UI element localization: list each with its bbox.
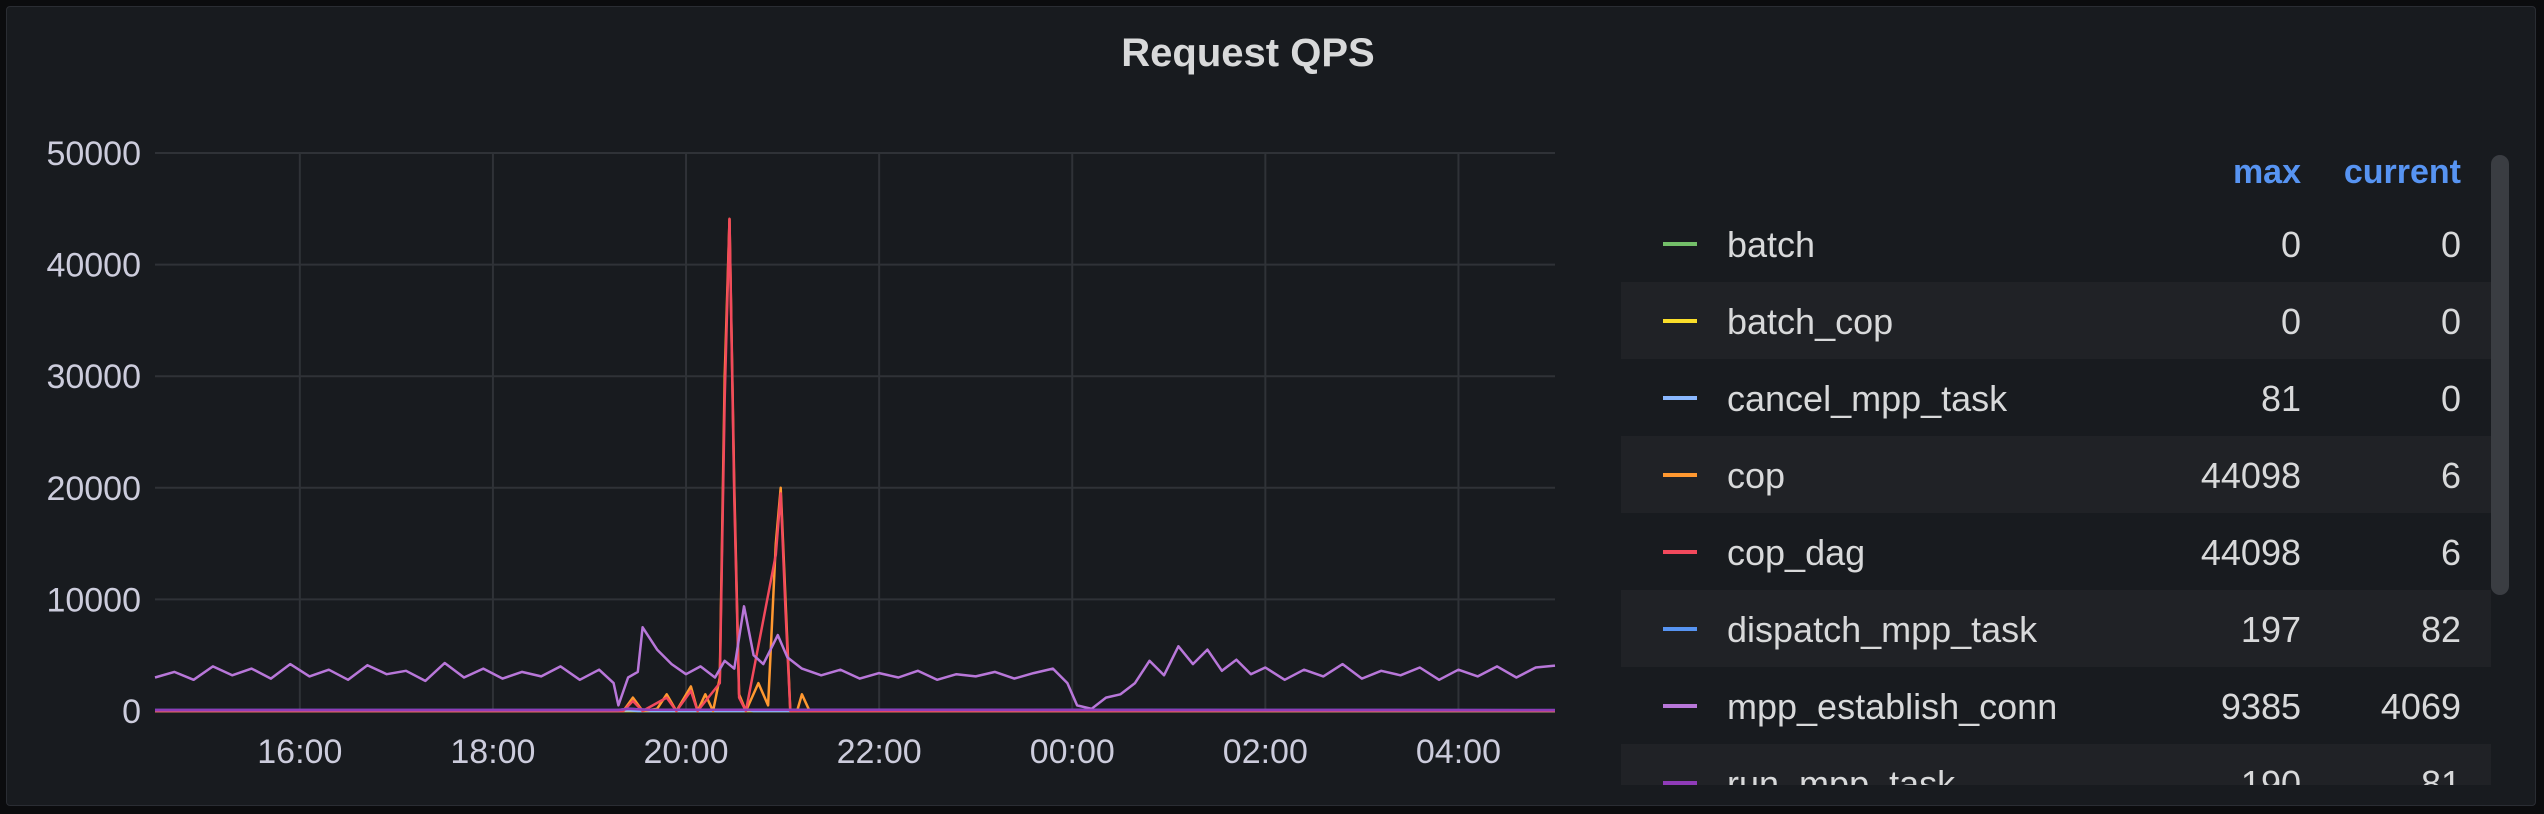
legend-max-value: 81 bbox=[2260, 378, 2301, 419]
legend-current-value: 6 bbox=[2440, 532, 2461, 573]
legend-series-name: batch_cop bbox=[1727, 301, 1894, 342]
legend-header: max current bbox=[1621, 145, 2491, 205]
request-qps-panel: Request QPS 0 10000 20000 30000 40000 50000 16… bbox=[6, 6, 2536, 806]
legend-swatch bbox=[1663, 396, 1697, 400]
legend-row-batch_cop[interactable]: batch_cop 0 0 bbox=[1621, 282, 2491, 359]
x-tick-label: 18:00 bbox=[450, 733, 535, 771]
legend-swatch bbox=[1663, 319, 1697, 323]
series-line-run_mpp_task bbox=[155, 707, 1556, 712]
qps-line-chart: 0 10000 20000 30000 40000 50000 16:00 18:00 20:0… bbox=[46, 135, 1556, 771]
legend-scrollbar[interactable] bbox=[2491, 155, 2509, 595]
legend-series-name: mpp_establish_conn bbox=[1727, 686, 2058, 727]
x-tick-label: 00:00 bbox=[1030, 733, 1115, 771]
series-legend-table: max current batch 0 0 batch_cop 0 0 cancel_mpp… bbox=[1621, 145, 2491, 785]
legend-current-value: 81 bbox=[2420, 763, 2461, 785]
legend-max-value: 44098 bbox=[2200, 455, 2301, 496]
y-tick-label: 30000 bbox=[46, 358, 141, 396]
legend-current-value: 0 bbox=[2440, 224, 2461, 265]
legend-swatch bbox=[1663, 781, 1697, 785]
legend-swatch bbox=[1663, 550, 1697, 554]
legend-row-cop[interactable]: cop 44098 6 bbox=[1621, 436, 2491, 513]
x-tick-label: 20:00 bbox=[643, 733, 728, 771]
legend-swatch bbox=[1663, 704, 1697, 708]
legend-max-value: 0 bbox=[2280, 224, 2301, 265]
legend-series-name: cancel_mpp_task bbox=[1727, 378, 2008, 419]
legend-swatch bbox=[1663, 242, 1697, 246]
legend-current-value: 0 bbox=[2440, 378, 2461, 419]
series-line-cop bbox=[155, 217, 1556, 713]
x-tick-label: 22:00 bbox=[837, 733, 922, 771]
legend-row-batch[interactable]: batch 0 0 bbox=[1621, 205, 2491, 282]
x-tick-label: 04:00 bbox=[1416, 733, 1501, 771]
legend-max-value: 190 bbox=[2240, 763, 2301, 785]
legend-row-mpp_establish_conn[interactable]: mpp_establish_conn 9385 4069 bbox=[1621, 667, 2491, 744]
legend-current-value: 0 bbox=[2440, 301, 2461, 342]
x-tick-label: 16:00 bbox=[257, 733, 342, 771]
legend-row-dispatch_mpp_task[interactable]: dispatch_mpp_task 197 82 bbox=[1621, 590, 2491, 667]
legend-series-name: run_mpp_task bbox=[1727, 763, 1956, 785]
legend-current-value: 6 bbox=[2440, 455, 2461, 496]
series-line-mpp_establish_conn bbox=[154, 605, 1556, 711]
legend-max-value: 0 bbox=[2280, 301, 2301, 342]
legend-swatch bbox=[1663, 627, 1697, 631]
y-tick-label: 20000 bbox=[46, 470, 141, 508]
x-tick-label: 02:00 bbox=[1223, 733, 1308, 771]
y-tick-label: 0 bbox=[122, 693, 141, 731]
legend-max-value: 44098 bbox=[2200, 532, 2301, 573]
y-tick-label: 40000 bbox=[46, 247, 141, 285]
legend-current-header[interactable]: current bbox=[2344, 153, 2461, 192]
legend-current-value: 82 bbox=[2420, 609, 2461, 650]
legend-series-name: batch bbox=[1727, 224, 1816, 265]
legend-row-cop_dag[interactable]: cop_dag 44098 6 bbox=[1621, 513, 2491, 590]
y-tick-label: 50000 bbox=[46, 135, 141, 173]
series-line-cop_dag bbox=[155, 217, 1556, 713]
legend-max-header[interactable]: max bbox=[2233, 153, 2301, 192]
legend-current-value: 4069 bbox=[2380, 686, 2461, 727]
legend-swatch bbox=[1663, 473, 1697, 477]
legend-row-cancel_mpp_task[interactable]: cancel_mpp_task 81 0 bbox=[1621, 359, 2491, 436]
legend-series-name: cop_dag bbox=[1727, 532, 1866, 573]
legend-max-value: 9385 bbox=[2220, 686, 2301, 727]
legend-series-name: cop bbox=[1727, 455, 1786, 496]
legend-series-name: dispatch_mpp_task bbox=[1727, 609, 2038, 650]
y-tick-label: 10000 bbox=[46, 581, 141, 619]
legend-row-run_mpp_task[interactable]: run_mpp_task 190 81 bbox=[1621, 744, 2491, 785]
legend-max-value: 197 bbox=[2240, 609, 2301, 650]
